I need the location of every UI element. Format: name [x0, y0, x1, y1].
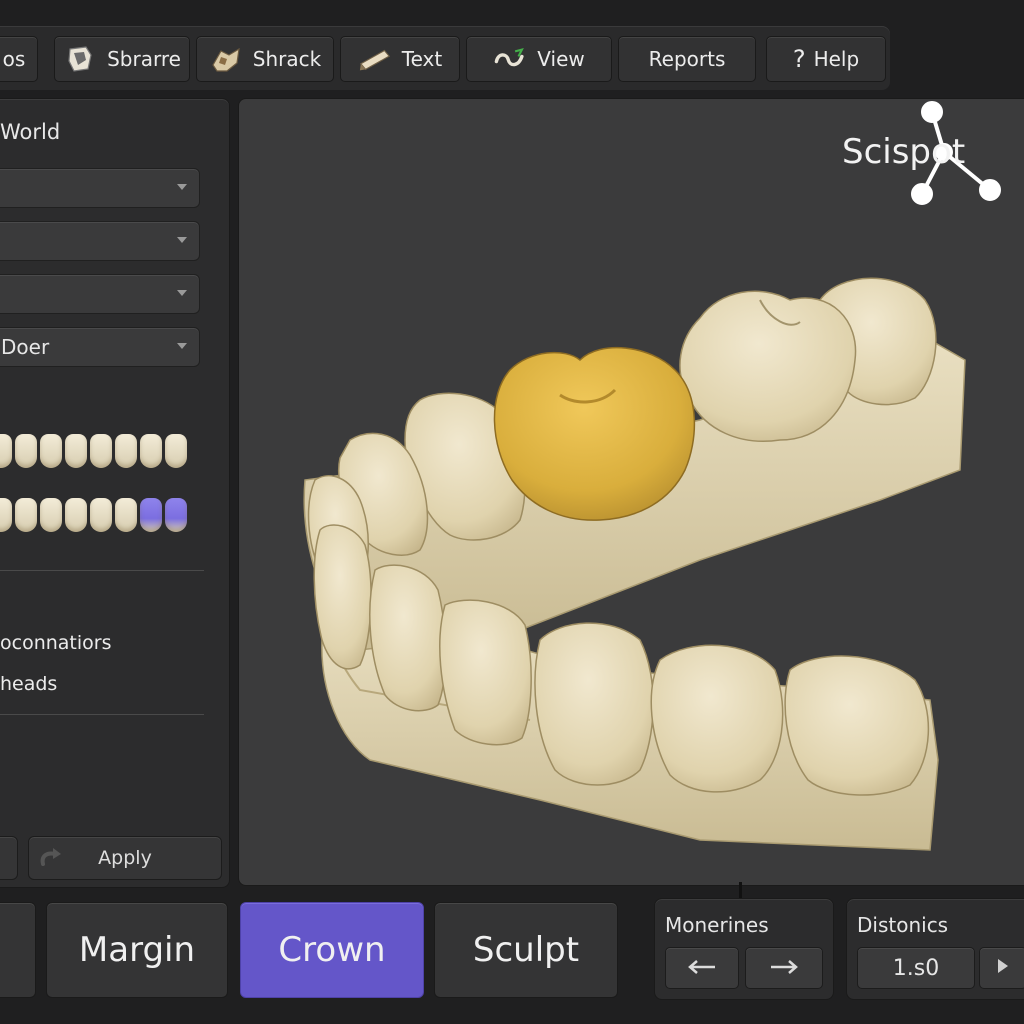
tooth-lower[interactable]: [15, 498, 37, 532]
tooth-lower[interactable]: [40, 498, 62, 532]
select-4-value: Doer: [1, 335, 50, 359]
scan-icon: [63, 44, 97, 74]
tooth-upper[interactable]: [40, 434, 62, 468]
panel-left-button[interactable]: [0, 836, 18, 880]
toolbar-button-sbrarre[interactable]: Sbrarre: [54, 36, 190, 82]
monerines-label: Monerines: [665, 913, 769, 937]
chevron-down-icon: [177, 343, 187, 349]
toolbar-button-os[interactable]: os: [0, 36, 38, 82]
dental-model[interactable]: [238, 98, 1024, 886]
apply-button-label: Apply: [98, 847, 152, 869]
distonics-value: 1.s0: [892, 955, 940, 981]
mode-button-crown[interactable]: Crown: [240, 902, 424, 998]
tooth-upper[interactable]: [90, 434, 112, 468]
select-4[interactable]: Doer: [0, 327, 200, 367]
panel-divider: [0, 570, 204, 571]
tooth-lower-selected[interactable]: [165, 498, 187, 532]
toolbar-label-help: Help: [813, 47, 860, 71]
previous-button[interactable]: [665, 947, 739, 989]
toolbar-label-sbrarre: Sbrarre: [107, 47, 181, 71]
toolbar-button-shrack[interactable]: Shrack: [196, 36, 334, 82]
tooth-lower-selected[interactable]: [140, 498, 162, 532]
tooth-lower[interactable]: [115, 498, 137, 532]
mode-label-crown: Crown: [278, 930, 386, 970]
model-icon: [209, 44, 243, 74]
distonics-label: Distonics: [857, 913, 949, 937]
mode-label-sculpt: Sculpt: [472, 930, 580, 970]
tooth-lower[interactable]: [65, 498, 87, 532]
arrow-right-icon: [769, 956, 799, 981]
apply-button[interactable]: Apply: [28, 836, 222, 880]
next-button[interactable]: [745, 947, 823, 989]
distonics-value-field[interactable]: 1.s0: [857, 947, 975, 989]
arrow-left-icon: [687, 956, 717, 981]
play-icon: [996, 956, 1010, 981]
tooth-upper[interactable]: [115, 434, 137, 468]
chevron-down-icon: [177, 290, 187, 296]
chevron-down-icon: [177, 237, 187, 243]
tooth-upper[interactable]: [165, 434, 187, 468]
toolbar-button-text[interactable]: Text: [340, 36, 460, 82]
option-heads[interactable]: heads: [0, 673, 57, 695]
toolbar-label-shrack: Shrack: [252, 47, 322, 71]
toolbar-label-reports: Reports: [648, 47, 726, 71]
mode-button-sculpt[interactable]: Sculpt: [434, 902, 618, 998]
toolbar-label-text: Text: [401, 47, 443, 71]
tooth-upper[interactable]: [65, 434, 87, 468]
toolbar-button-help[interactable]: ? Help: [766, 36, 886, 82]
mode-button[interactable]: [0, 902, 36, 998]
chevron-down-icon: [177, 184, 187, 190]
redo-icon: [37, 846, 65, 875]
help-icon: ?: [792, 45, 806, 73]
select-1[interactable]: [0, 168, 200, 208]
tooth-lower[interactable]: [0, 498, 12, 532]
tooth-upper[interactable]: [140, 434, 162, 468]
distonics-group: Distonics 1.s0: [846, 898, 1024, 1000]
text-tool-icon: [358, 44, 392, 74]
tooth-lower[interactable]: [90, 498, 112, 532]
view-icon: [493, 44, 527, 74]
toolbar-button-view[interactable]: View: [466, 36, 612, 82]
tooth-upper[interactable]: [15, 434, 37, 468]
distonics-play-button[interactable]: [979, 947, 1024, 989]
scispot-logo: Scispot: [842, 100, 1024, 210]
option-oconnatiors[interactable]: oconnatiors: [0, 632, 112, 654]
tooth-chart: [0, 432, 200, 552]
select-2[interactable]: [0, 221, 200, 261]
toolbar-label-os: os: [2, 47, 26, 71]
toolbar-label-view: View: [537, 47, 585, 71]
toolbar-button-reports[interactable]: Reports: [618, 36, 756, 82]
panel-divider: [0, 714, 204, 715]
logo-text: Scispot: [842, 132, 966, 172]
panel-title: World: [0, 120, 61, 144]
tooth-upper[interactable]: [0, 434, 12, 468]
mode-button-margin[interactable]: Margin: [46, 902, 228, 998]
monerines-group: Monerines: [654, 898, 834, 1000]
mode-label-margin: Margin: [78, 930, 196, 970]
select-3[interactable]: [0, 274, 200, 314]
gold-crown[interactable]: [493, 347, 696, 521]
